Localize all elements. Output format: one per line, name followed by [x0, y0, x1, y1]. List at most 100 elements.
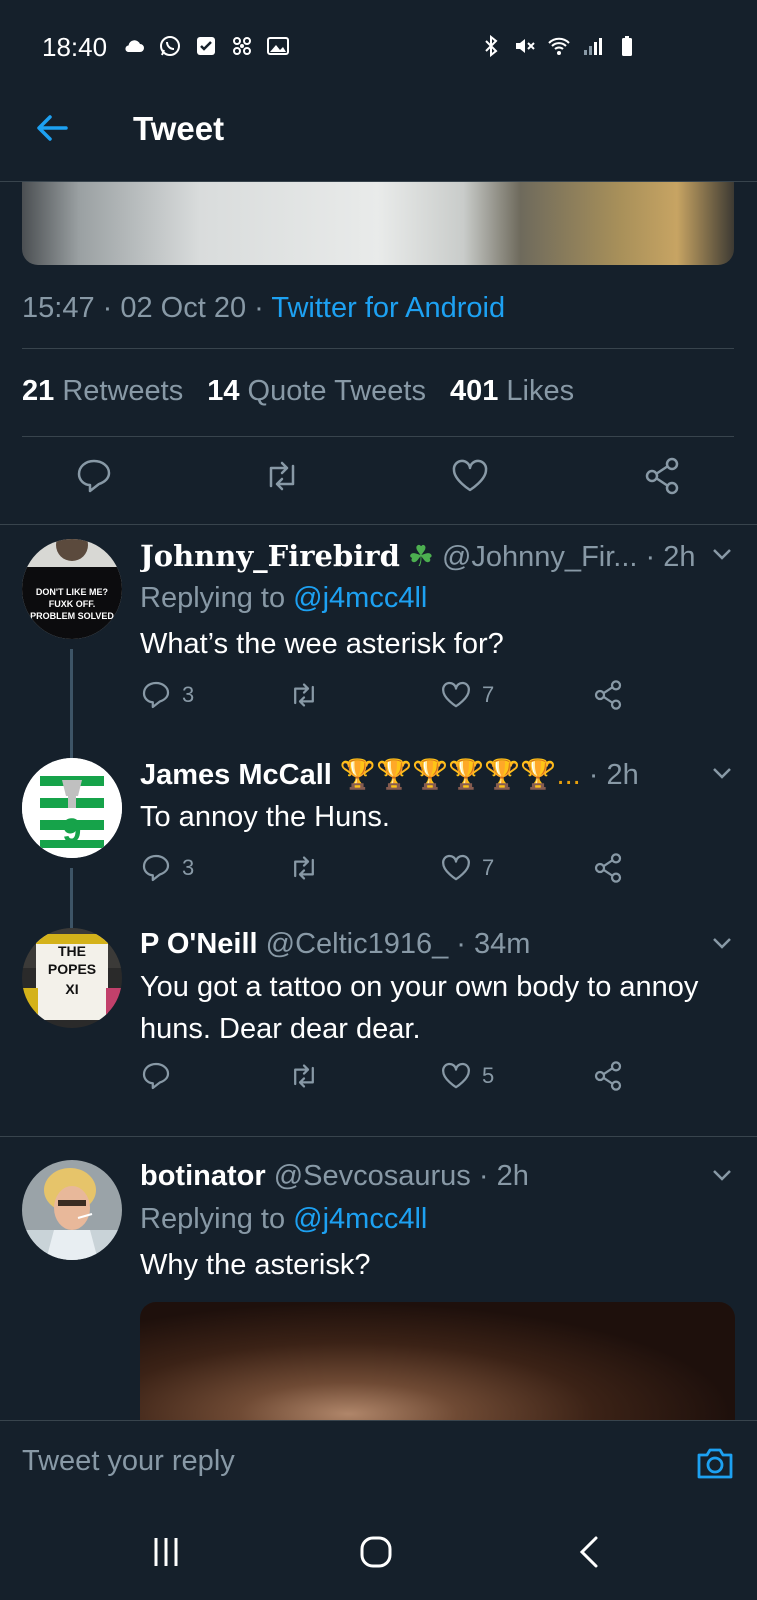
reply-share-button[interactable]: [592, 1060, 624, 1092]
replying-to-link[interactable]: @j4mcc4ll: [293, 582, 427, 614]
reply-retweet-button[interactable]: [288, 852, 330, 884]
likes-label: Likes: [506, 375, 575, 407]
reply-actions: 3 7: [140, 679, 640, 719]
retweets-stat[interactable]: 21 Retweets: [22, 375, 183, 408]
reply-input[interactable]: Tweet your reply: [22, 1445, 235, 1478]
avatar-image: 9: [22, 758, 122, 858]
reply-item[interactable]: THE POPES XI P O'Neill @Celtic1916_ · 34…: [0, 928, 757, 1118]
like-icon: [442, 681, 470, 708]
avatar[interactable]: DON'T LIKE ME? FUXK OFF. PROBLEM SOLVED: [22, 539, 122, 639]
like-count: 7: [482, 682, 495, 707]
retweet-icon: [294, 1064, 314, 1088]
chevron-down-icon[interactable]: [709, 1162, 735, 1188]
reply-share-button[interactable]: [592, 852, 624, 884]
image-icon: [267, 37, 289, 55]
avatar-image: DON'T LIKE ME? FUXK OFF. PROBLEM SOLVED: [22, 539, 122, 639]
back-icon[interactable]: [570, 1532, 610, 1572]
reply-time: 2h: [663, 541, 696, 573]
reply-count: 3: [182, 682, 195, 707]
reply-author-name[interactable]: Johnny_Firebird: [140, 539, 400, 573]
retweets-count: 21: [22, 375, 55, 407]
reply-header: Johnny_Firebird ☘ @Johnny_Fir... · 2h: [140, 539, 730, 579]
reply-text: To annoy the Huns.: [140, 801, 390, 833]
reply-retweet-button[interactable]: [288, 1060, 330, 1092]
recent-apps-icon[interactable]: [146, 1532, 186, 1572]
reply-dot: ·: [588, 759, 607, 791]
likes-stat[interactable]: 401 Likes: [450, 375, 574, 408]
status-notification-icons: [122, 34, 290, 58]
divider: [22, 348, 734, 349]
status-time: 18:40: [42, 32, 108, 62]
avatar-banner-text: THE: [58, 943, 86, 959]
share-icon: [594, 1061, 622, 1091]
retweet-icon[interactable]: [262, 456, 302, 496]
reply-author-name[interactable]: botinator: [140, 1160, 266, 1192]
tweet-date: 02 Oct 20: [120, 292, 247, 324]
avatar-shirt-text: FUXK OFF.: [49, 599, 96, 609]
reply-count: 3: [182, 855, 195, 880]
likes-count: 401: [449, 375, 499, 407]
chevron-down-icon[interactable]: [709, 930, 735, 956]
reply-handle[interactable]: @Johnny_Fir...: [442, 541, 637, 573]
reply-author-name[interactable]: P O'Neill: [140, 928, 258, 960]
reply-share-button[interactable]: [592, 679, 624, 711]
reply-time: 2h: [606, 759, 639, 791]
quotes-count: 14: [207, 375, 240, 407]
reply-icon[interactable]: [74, 456, 114, 496]
reply-dot: ·: [637, 541, 664, 573]
chevron-down-icon[interactable]: [709, 541, 735, 567]
reply-header: P O'Neill @Celtic1916_ · 34m: [140, 928, 730, 968]
reply-item[interactable]: 9 James McCall 🏆🏆🏆🏆🏆🏆... · 2h To annoy t…: [0, 758, 757, 948]
reply-icon: [142, 681, 170, 709]
reply-item[interactable]: DON'T LIKE ME? FUXK OFF. PROBLEM SOLVED …: [0, 539, 757, 759]
avatar-image: [22, 1160, 122, 1260]
avatar[interactable]: THE POPES XI: [22, 928, 122, 1028]
reply-icon: [142, 854, 170, 882]
reply-like-button[interactable]: 7: [440, 679, 494, 711]
trophy-emojis: 🏆🏆🏆🏆🏆🏆...: [339, 759, 581, 791]
reply-like-button[interactable]: 7: [440, 852, 494, 884]
like-icon[interactable]: [450, 456, 490, 496]
tweet-media[interactable]: [22, 182, 734, 265]
wifi-icon: [548, 37, 570, 55]
reply-handle[interactable]: @Sevcosaurus: [274, 1160, 471, 1192]
system-nav-bar: [0, 1502, 757, 1600]
camera-icon[interactable]: [695, 1443, 735, 1483]
reply-reply-button[interactable]: [140, 1060, 182, 1092]
quote-tweets-stat[interactable]: 14 Quote Tweets: [207, 375, 426, 408]
tweet-source-link[interactable]: Twitter for Android: [271, 292, 505, 324]
reply-media[interactable]: [140, 1302, 735, 1420]
tweet-time: 15:47: [22, 292, 95, 324]
reply-reply-button[interactable]: 3: [140, 852, 194, 884]
reply-item[interactable]: botinator @Sevcosaurus · 2h Replying to …: [0, 1160, 757, 1420]
home-icon[interactable]: [356, 1532, 396, 1572]
page-title: Tweet: [133, 110, 225, 147]
reply-reply-button[interactable]: 3: [140, 679, 194, 711]
avatar[interactable]: [22, 1160, 122, 1260]
reply-composer: Tweet your reply: [0, 1420, 757, 1504]
reply-actions: 3 7: [140, 852, 640, 892]
app-header: Tweet: [0, 78, 757, 182]
reply-text: Why the asterisk?: [140, 1249, 371, 1281]
reply-text: You got a tattoo on your own body to ann…: [140, 971, 699, 1045]
avatar[interactable]: 9: [22, 758, 122, 858]
pinwheel-icon: [233, 37, 251, 55]
arrow-left-icon[interactable]: [30, 106, 74, 150]
share-icon[interactable]: [642, 456, 682, 496]
reply-author-name[interactable]: James McCall: [140, 759, 332, 791]
retweet-icon: [294, 856, 314, 880]
clover-emoji: ☘: [407, 541, 434, 573]
reply-dot: ·: [448, 928, 475, 960]
battery-icon: [622, 36, 632, 56]
reply-handle[interactable]: @Celtic1916_: [266, 928, 449, 960]
replying-to-link[interactable]: @j4mcc4ll: [293, 1203, 427, 1235]
cloud-icon: [125, 40, 144, 52]
avatar-image: THE POPES XI: [22, 928, 122, 1028]
check-box-icon: [197, 37, 215, 55]
tweet-stats: 21 Retweets 14 Quote Tweets 401 Likes: [22, 375, 574, 408]
reply-like-button[interactable]: 5: [440, 1060, 494, 1092]
avatar-banner-text: XI: [65, 981, 78, 997]
chevron-down-icon[interactable]: [709, 760, 735, 786]
share-icon: [594, 853, 622, 883]
reply-retweet-button[interactable]: [288, 679, 330, 711]
